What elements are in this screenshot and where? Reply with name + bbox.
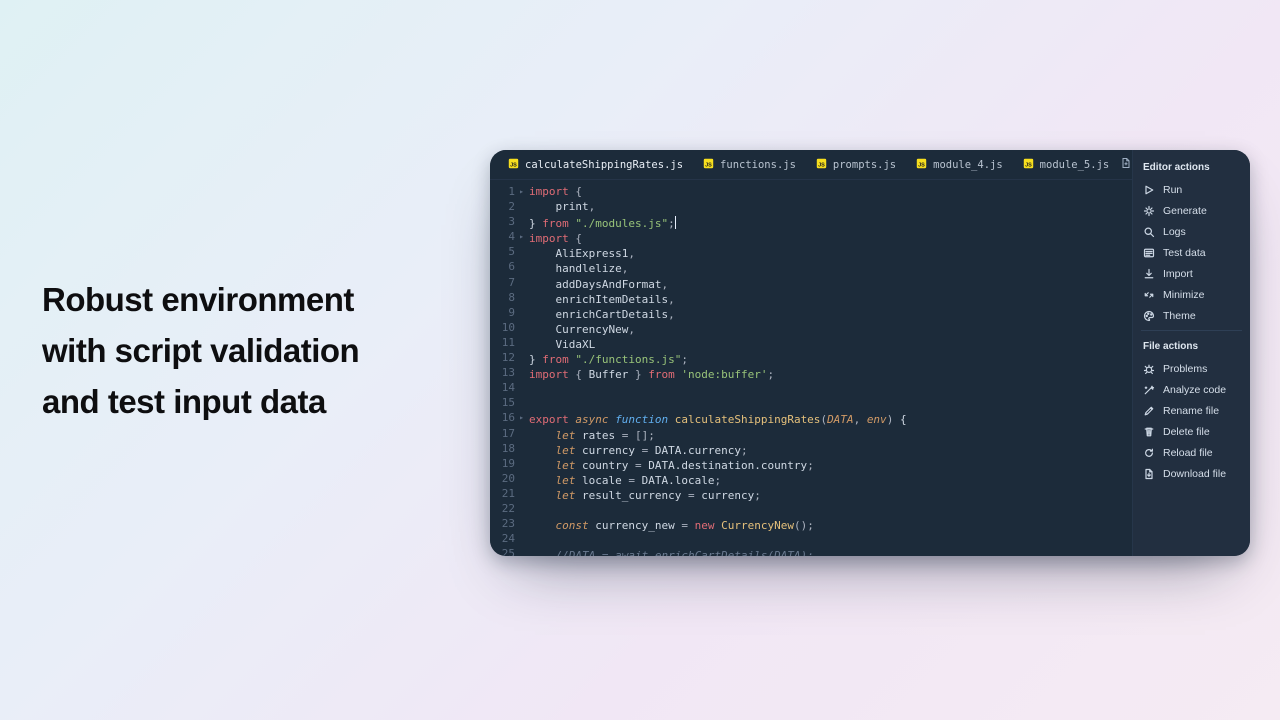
svg-text:JS: JS <box>818 162 825 168</box>
tab-module_4-js[interactable]: JS module_4.js <box>906 153 1013 177</box>
action-label: Analyze code <box>1163 384 1226 396</box>
js-file-icon: JS <box>1023 158 1034 172</box>
headline-line: Robust environment <box>42 274 452 325</box>
pencil-icon <box>1143 405 1155 417</box>
editor-codewrap: 1234567891011121314151617181920212223242… <box>490 180 1132 556</box>
wand-icon <box>1143 384 1155 396</box>
action-label: Test data <box>1163 247 1206 259</box>
minimize-icon <box>1143 289 1155 301</box>
line-number-gutter: 1234567891011121314151617181920212223242… <box>490 180 521 556</box>
tab-label: module_5.js <box>1040 159 1110 171</box>
reload-icon <box>1143 447 1155 459</box>
editor-sidebar: Editor actions Run Generate Logs Test data I… <box>1132 150 1250 556</box>
file-action-rename-file[interactable]: Rename file <box>1141 400 1242 421</box>
editor-actions-heading: Editor actions <box>1141 158 1242 179</box>
action-label: Download file <box>1163 468 1226 480</box>
editor-action-generate[interactable]: Generate <box>1141 200 1242 221</box>
file-actions-heading: File actions <box>1141 337 1242 358</box>
file-action-analyze-code[interactable]: Analyze code <box>1141 379 1242 400</box>
headline-line: and test input data <box>42 376 452 427</box>
svg-text:JS: JS <box>705 162 712 168</box>
action-label: Logs <box>1163 226 1186 238</box>
action-label: Run <box>1163 184 1182 196</box>
svg-text:JS: JS <box>1025 162 1032 168</box>
tab-label: functions.js <box>720 159 796 171</box>
editor-action-theme[interactable]: Theme <box>1141 305 1242 326</box>
editor-action-import[interactable]: Import <box>1141 263 1242 284</box>
editor-action-minimize[interactable]: Minimize <box>1141 284 1242 305</box>
editor-main: JS calculateShippingRates.js JS functions.j… <box>490 150 1132 556</box>
code-area[interactable]: import { print, } from "./modules.js"; i… <box>521 180 1132 556</box>
new-file-icon <box>1120 157 1132 172</box>
new-file-button[interactable] <box>1119 157 1132 172</box>
editor-action-test-data[interactable]: Test data <box>1141 242 1242 263</box>
list-icon <box>1143 247 1155 259</box>
js-file-icon: JS <box>508 158 519 172</box>
editor-action-logs[interactable]: Logs <box>1141 221 1242 242</box>
editor-tabs: JS calculateShippingRates.js JS functions.j… <box>490 150 1132 180</box>
svg-text:JS: JS <box>918 162 925 168</box>
file-action-delete-file[interactable]: Delete file <box>1141 421 1242 442</box>
file-action-problems[interactable]: Problems <box>1141 358 1242 379</box>
action-label: Delete file <box>1163 426 1210 438</box>
action-label: Theme <box>1163 310 1196 322</box>
tab-label: calculateShippingRates.js <box>525 159 683 171</box>
palette-icon <box>1143 310 1155 322</box>
file-action-download-file[interactable]: Download file <box>1141 463 1242 484</box>
tab-label: module_4.js <box>933 159 1003 171</box>
editor-action-run[interactable]: Run <box>1141 179 1242 200</box>
sidebar-divider <box>1141 330 1242 331</box>
svg-text:JS: JS <box>510 162 517 168</box>
bug-icon <box>1143 363 1155 375</box>
tab-label: prompts.js <box>833 159 896 171</box>
sparkle-icon <box>1143 205 1155 217</box>
tab-prompts-js[interactable]: JS prompts.js <box>806 153 906 177</box>
js-file-icon: JS <box>816 158 827 172</box>
js-file-icon: JS <box>703 158 714 172</box>
file-action-reload-file[interactable]: Reload file <box>1141 442 1242 463</box>
action-label: Problems <box>1163 363 1207 375</box>
download-icon <box>1143 268 1155 280</box>
code-editor: JS calculateShippingRates.js JS functions.j… <box>490 150 1250 556</box>
search-icon <box>1143 226 1155 238</box>
action-label: Minimize <box>1163 289 1204 301</box>
file-down-icon <box>1143 468 1155 480</box>
action-label: Import <box>1163 268 1193 280</box>
play-icon <box>1143 184 1155 196</box>
tab-functions-js[interactable]: JS functions.js <box>693 153 806 177</box>
tab-module_5-js[interactable]: JS module_5.js <box>1013 153 1120 177</box>
headline-line: with script validation <box>42 325 452 376</box>
action-label: Generate <box>1163 205 1207 217</box>
tab-calculateShippingRates-js[interactable]: JS calculateShippingRates.js <box>498 153 693 177</box>
marketing-headline: Robust environment with script validatio… <box>42 274 452 427</box>
js-file-icon: JS <box>916 158 927 172</box>
action-label: Rename file <box>1163 405 1219 417</box>
action-label: Reload file <box>1163 447 1213 459</box>
trash-icon <box>1143 426 1155 438</box>
